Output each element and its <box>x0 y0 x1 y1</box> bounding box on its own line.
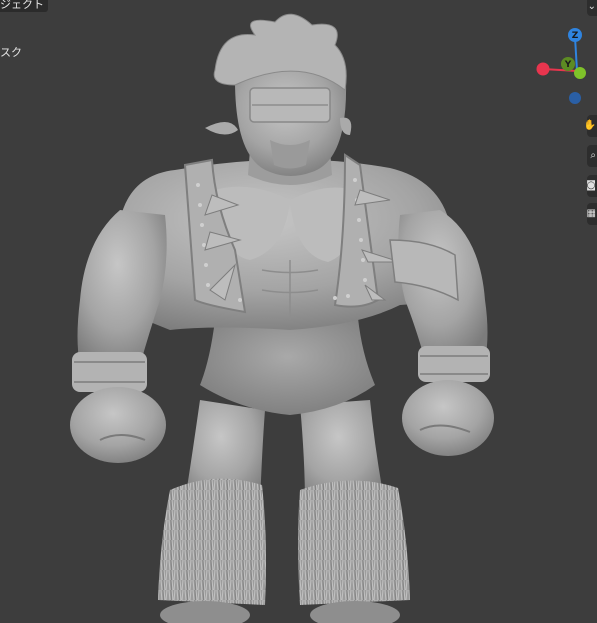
zoom-button[interactable]: ⌕ <box>587 145 597 167</box>
left-fur-boot <box>158 478 266 605</box>
right-fur-boot <box>298 480 410 605</box>
3d-viewport[interactable]: ジェクト スク Y Z ⌄ ✋ ⌕ ◙ ▦ <box>0 0 597 623</box>
chevron-icon: ⌄ <box>587 1 596 12</box>
zoom-icon: ⌕ <box>590 150 596 161</box>
y-axis-label: Y <box>564 60 572 70</box>
shorts <box>200 318 375 415</box>
left-fist <box>70 387 166 463</box>
move-view-button[interactable]: ✋ <box>583 115 597 137</box>
z-negative-axis[interactable] <box>569 92 581 104</box>
top-nav-button[interactable]: ⌄ <box>587 0 597 16</box>
camera-button[interactable]: ◙ <box>586 175 597 197</box>
x-axis[interactable] <box>536 62 550 76</box>
camera-icon: ◙ <box>586 180 596 191</box>
mask-label: スク <box>0 46 22 59</box>
axis-gizmo[interactable]: Y Z <box>530 25 597 115</box>
sculpt-model <box>70 13 494 623</box>
hair-side-left <box>205 121 238 135</box>
left-foot <box>160 601 250 623</box>
grid-icon: ▦ <box>586 208 596 219</box>
move-view-icon: ✋ <box>583 120 596 131</box>
grid-button[interactable]: ▦ <box>587 203 597 225</box>
right-wristband <box>418 346 490 382</box>
mode-label[interactable]: ジェクト <box>0 0 48 12</box>
left-arm <box>77 210 167 365</box>
left-wristband <box>72 352 147 392</box>
y-axis-dot[interactable] <box>574 67 586 79</box>
right-foot <box>310 601 400 623</box>
z-axis-label: Z <box>572 31 579 41</box>
right-fist <box>402 380 494 456</box>
